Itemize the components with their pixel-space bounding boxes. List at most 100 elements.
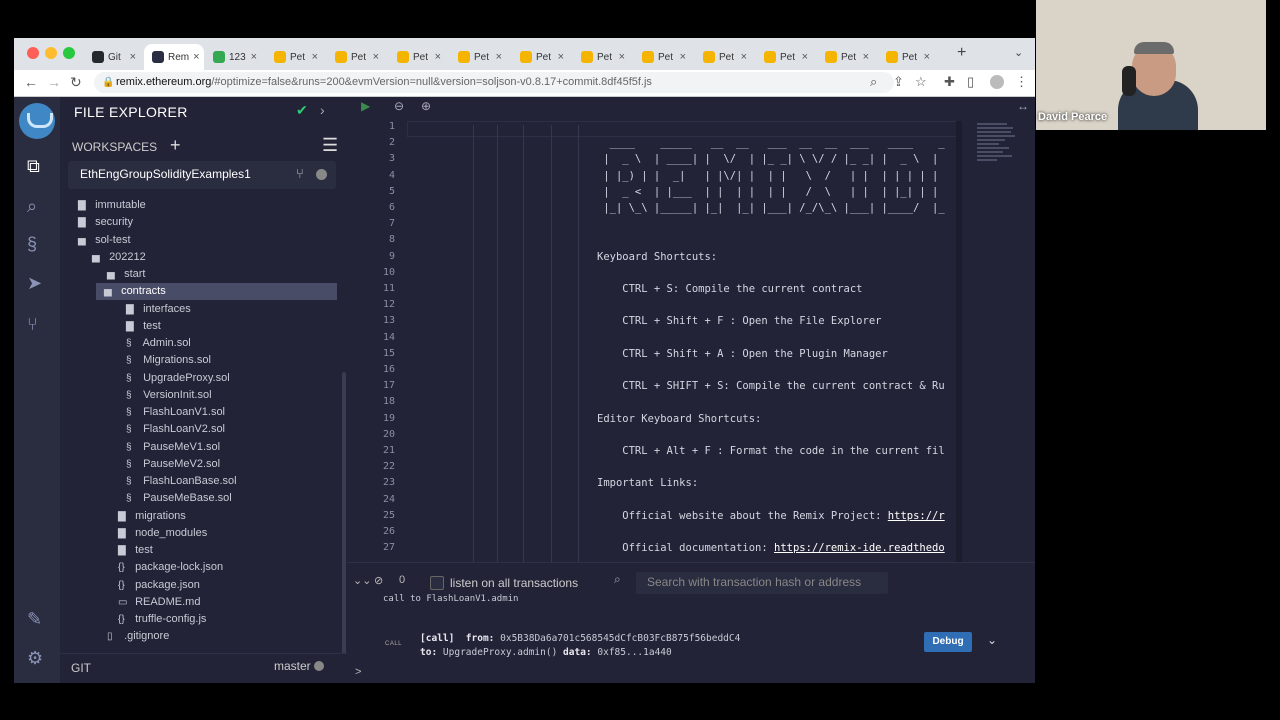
code-link[interactable]: https://r	[888, 510, 945, 522]
zoom-in-icon[interactable]: ⊕	[421, 99, 431, 113]
tx-search-input[interactable]: Search with transaction hash or address	[636, 572, 888, 594]
tree-item-folder-open[interactable]: ▅ start	[60, 266, 347, 283]
tree-item-folder-open[interactable]: ▅ 202212	[60, 249, 347, 266]
close-tab-icon[interactable]: ×	[251, 51, 263, 63]
debug-button[interactable]: Debug	[924, 632, 972, 652]
browser-tab[interactable]: Pet ×	[512, 44, 570, 70]
browser-tab[interactable]: Pet ×	[389, 44, 447, 70]
listen-checkbox[interactable]	[430, 576, 444, 590]
tree-item-sol[interactable]: § FlashLoanV2.sol	[60, 421, 347, 438]
search-icon[interactable]: ⌕	[27, 196, 37, 217]
extensions-icon[interactable]: ✚	[944, 74, 955, 90]
close-window-button[interactable]	[27, 47, 39, 59]
close-tab-icon[interactable]: ×	[312, 51, 324, 63]
tree-item-sol[interactable]: § Admin.sol	[60, 335, 347, 352]
git-icon[interactable]: ⑂	[27, 314, 38, 335]
browser-tab[interactable]: Pet ×	[634, 44, 692, 70]
tree-item-sol[interactable]: § PauseMeBase.sol	[60, 490, 347, 507]
file-tree-scrollbar[interactable]	[342, 372, 346, 654]
settings-gear-icon[interactable]: ⚙	[27, 648, 43, 669]
code-link[interactable]: https://remix-ide.readthedo	[774, 542, 945, 554]
forward-button[interactable]: →	[47, 74, 61, 90]
reload-button[interactable]: ↻	[70, 74, 82, 91]
browser-tab[interactable]: Pet ×	[817, 44, 875, 70]
tree-item-sol[interactable]: § VersionInit.sol	[60, 387, 347, 404]
deploy-run-icon[interactable]: ➤	[27, 273, 42, 294]
close-tab-icon[interactable]: ×	[741, 51, 753, 63]
clear-console-icon[interactable]: ⊘	[374, 574, 383, 587]
new-tab-button[interactable]: +	[957, 44, 966, 62]
code-content[interactable]: ____ _____ __ __ ___ __ __ ___ ____ _ | …	[420, 121, 956, 562]
browser-tab[interactable]: Pet ×	[327, 44, 385, 70]
tree-item-folder[interactable]: ▇ test	[60, 542, 347, 559]
tree-item-sol[interactable]: § FlashLoanV1.sol	[60, 404, 347, 421]
run-script-icon[interactable]: ▶	[361, 99, 370, 113]
tree-item-sol[interactable]: § FlashLoanBase.sol	[60, 473, 347, 490]
tree-item-folder[interactable]: ▇ node_modules	[60, 525, 347, 542]
browser-tab[interactable]: Pet ×	[756, 44, 814, 70]
tree-item-json[interactable]: {} package-lock.json	[60, 559, 347, 576]
browser-menu-icon[interactable]: ⋮	[1015, 74, 1028, 90]
tree-item-file[interactable]: ▯ .gitignore	[60, 628, 347, 645]
tree-item-folder[interactable]: ▇ security	[60, 214, 347, 231]
workspace-dropdown-icon[interactable]	[316, 169, 327, 180]
share-icon[interactable]: ⇪	[893, 74, 904, 90]
close-tab-icon[interactable]: ×	[130, 51, 142, 63]
close-tab-icon[interactable]: ×	[435, 51, 447, 63]
tree-item-folder[interactable]: ▇ migrations	[60, 508, 347, 525]
close-tab-icon[interactable]: ×	[802, 51, 814, 63]
close-tab-icon[interactable]: ×	[558, 51, 570, 63]
collapse-terminal-icon[interactable]: ⌄⌄	[353, 574, 371, 587]
tree-item-sol[interactable]: § Migrations.sol	[60, 352, 347, 369]
close-tab-icon[interactable]: ×	[680, 51, 692, 63]
browser-tab[interactable]: Rem ×	[144, 44, 204, 70]
terminal-prompt[interactable]: >	[355, 666, 361, 678]
browser-tab[interactable]: Pet ×	[266, 44, 324, 70]
close-tab-icon[interactable]: ×	[496, 51, 508, 63]
maximize-window-button[interactable]	[63, 47, 75, 59]
editor-scrollbar[interactable]	[956, 121, 962, 562]
tab-list-chevron-icon[interactable]: ⌄	[1014, 46, 1023, 59]
back-button[interactable]: ←	[24, 74, 38, 90]
tree-item-folder[interactable]: ▇ immutable	[60, 197, 347, 214]
tree-item-folder-open[interactable]: ▅ sol-test	[60, 232, 347, 249]
plugin-manager-icon[interactable]: ✎	[27, 609, 42, 630]
zoom-out-icon[interactable]: ⊖	[394, 99, 404, 113]
minimize-window-button[interactable]	[45, 47, 57, 59]
close-tab-icon[interactable]: ×	[619, 51, 631, 63]
profile-avatar[interactable]	[990, 75, 1004, 89]
workspace-select[interactable]: EthEngGroupSolidityExamples1 ⑂	[68, 161, 336, 189]
tree-item-folder-open[interactable]: ▅ contracts	[96, 283, 337, 301]
address-bar[interactable]: 🔒 remix.ethereum.org/#optimize=false&run…	[94, 72, 894, 93]
browser-tab[interactable]: 123 ×	[205, 44, 263, 70]
editor-minimap[interactable]	[977, 121, 1021, 181]
bookmark-star-icon[interactable]: ☆	[915, 74, 927, 90]
sidebar-toggle-icon[interactable]: ▯	[967, 74, 974, 90]
branch-selector[interactable]: master	[274, 659, 325, 673]
tree-item-folder[interactable]: ▇ test	[60, 318, 347, 335]
tree-item-folder[interactable]: ▇ interfaces	[60, 301, 347, 318]
collapse-panel-icon[interactable]: ›	[320, 102, 325, 118]
tree-item-sol[interactable]: § PauseMeV2.sol	[60, 456, 347, 473]
tree-item-sol[interactable]: § PauseMeV1.sol	[60, 439, 347, 456]
close-tab-icon[interactable]: ×	[373, 51, 385, 63]
expand-tx-chevron-icon[interactable]: ⌄	[987, 633, 997, 647]
close-tab-icon[interactable]: ×	[863, 51, 875, 63]
browser-tab[interactable]: Pet ×	[573, 44, 631, 70]
solidity-compiler-icon[interactable]: §	[27, 234, 37, 255]
close-tab-icon[interactable]: ×	[924, 51, 936, 63]
remix-logo[interactable]	[19, 103, 55, 139]
workspace-menu-icon[interactable]: ☰	[322, 135, 338, 156]
expand-editor-icon[interactable]: ↔	[1017, 99, 1029, 113]
browser-tab[interactable]: Pet ×	[450, 44, 508, 70]
tree-item-md[interactable]: ▭ README.md	[60, 594, 347, 611]
close-tab-icon[interactable]: ×	[193, 51, 205, 63]
add-workspace-button[interactable]: +	[170, 135, 181, 156]
tree-item-js[interactable]: {} truffle-config.js	[60, 611, 347, 628]
file-explorer-icon[interactable]: ⧉	[27, 156, 40, 177]
tree-item-json[interactable]: {} package.json	[60, 577, 347, 594]
tree-item-sol[interactable]: § UpgradeProxy.sol	[60, 370, 347, 387]
browser-tab[interactable]: Pet ×	[695, 44, 753, 70]
browser-tab[interactable]: Pet ×	[878, 44, 936, 70]
browser-tab[interactable]: Git ×	[84, 44, 142, 70]
